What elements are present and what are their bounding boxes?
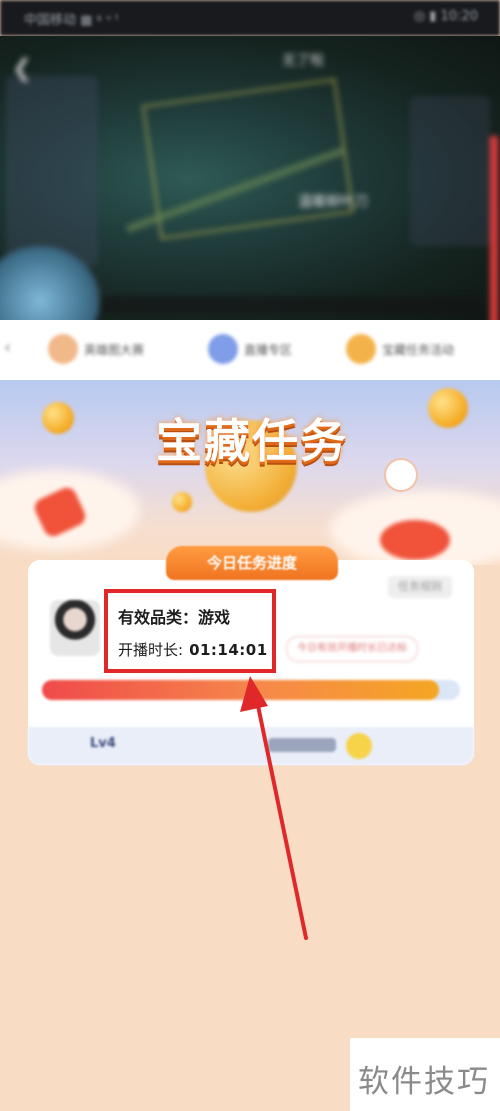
gift-icon[interactable] — [384, 458, 418, 492]
video-caption: 温暖柳叶刀 — [298, 194, 368, 210]
card-header: 今日任务进度 — [166, 546, 338, 580]
highlight-box — [104, 589, 276, 673]
level-bar: Lv4 — [28, 727, 474, 765]
red-envelope-decoration — [380, 520, 450, 560]
tab-live-zone[interactable]: 直播专区 — [208, 334, 292, 364]
rules-button[interactable]: 任务规则 — [388, 576, 452, 598]
clock: ◎ ▮ 10:20 — [413, 9, 478, 24]
video-controls-strip — [100, 296, 480, 314]
team-panel-right — [410, 96, 490, 246]
tab-label: 直播专区 — [244, 342, 293, 357]
level-progress — [268, 738, 336, 752]
coin-decoration — [172, 492, 192, 512]
activity-tab-strip: ‹ 英雄图大赛 直播专区 宝藏任务活动 — [0, 320, 500, 380]
live-video-player[interactable]: ❮ 无了啦 温暖柳叶刀 — [0, 36, 500, 320]
tab-label: 宝藏任务活动 — [382, 342, 455, 357]
tab-label: 英雄图大赛 — [84, 342, 145, 357]
side-indicator — [490, 136, 498, 320]
tab-treasure-task[interactable]: 宝藏任务活动 — [346, 334, 454, 364]
coin-icon — [346, 733, 372, 759]
status-pill: 今日有效开播时长已达标 — [286, 636, 418, 662]
status-bar: 中国移动 ▦ ᵍ ᵘ ᵗ ◎ ▮ 10:20 — [0, 0, 500, 36]
treasure-task-banner: 宝藏任务 — [0, 380, 500, 565]
team-panel-left — [6, 76, 98, 266]
watermark-text: 软件技巧 — [358, 1064, 490, 1100]
watermark: 软件技巧 — [350, 1038, 500, 1111]
tab-hero-contest[interactable]: 英雄图大赛 — [48, 334, 144, 364]
banner-title: 宝藏任务 — [156, 414, 348, 468]
progress-fill — [42, 680, 440, 700]
coin-decoration — [42, 402, 74, 434]
back-icon[interactable]: ❮ — [12, 54, 32, 82]
carrier-label: 中国移动 ▦ ᵍ ᵘ ᵗ — [24, 13, 120, 28]
task-progress-bar — [42, 680, 460, 700]
tab-icon — [346, 334, 376, 364]
stream-title: 无了啦 — [282, 53, 324, 69]
chevron-left-icon[interactable]: ‹ — [4, 337, 11, 358]
tab-icon — [208, 334, 238, 364]
avatar — [50, 600, 100, 656]
tab-icon — [48, 334, 78, 364]
level-label: Lv4 — [90, 736, 116, 751]
coin-decoration — [428, 388, 468, 428]
